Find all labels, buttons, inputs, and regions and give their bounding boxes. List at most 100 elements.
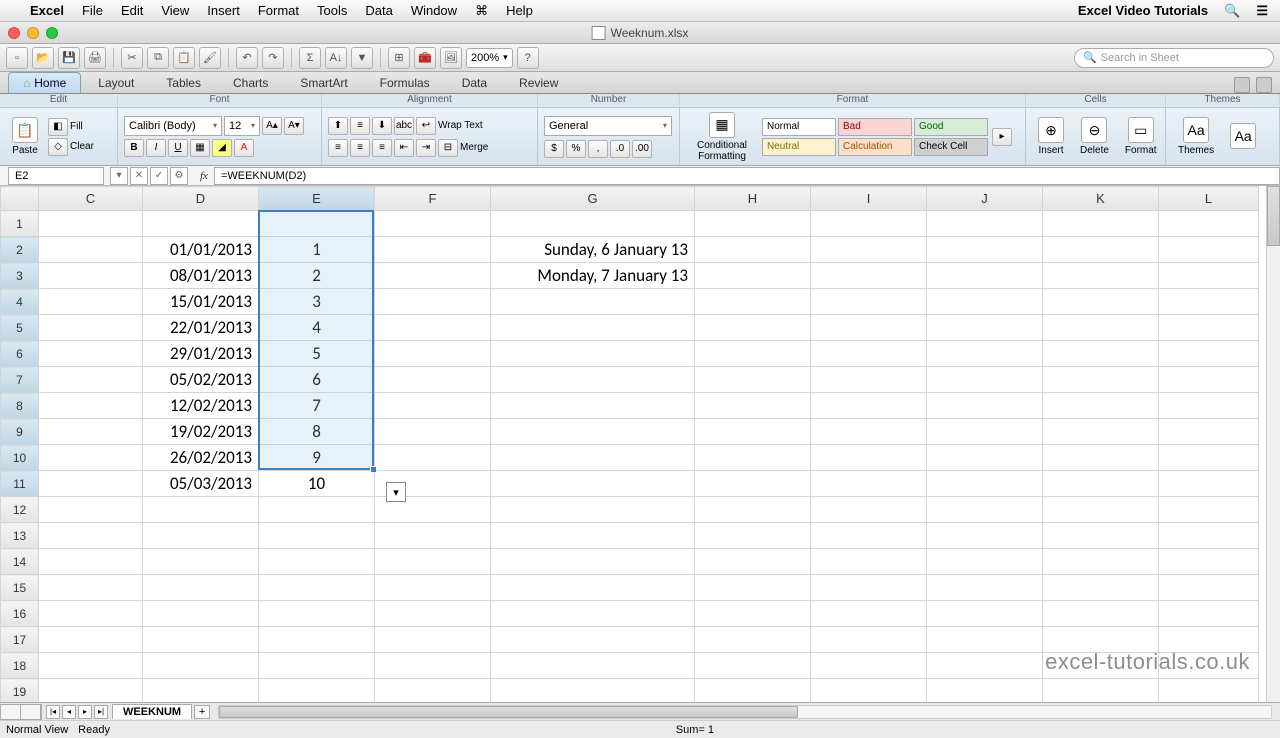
menu-window[interactable]: Window: [411, 3, 457, 18]
clear-button[interactable]: ◇Clear: [48, 138, 94, 156]
cell-J4[interactable]: [927, 289, 1043, 315]
col-header-E[interactable]: E: [259, 187, 375, 211]
number-format-combo[interactable]: General▾: [544, 116, 672, 136]
theme-fonts-button[interactable]: Aa: [1224, 121, 1262, 153]
cell-I14[interactable]: [811, 549, 927, 575]
cell-J12[interactable]: [927, 497, 1043, 523]
grow-font-icon[interactable]: A▴: [262, 117, 282, 135]
conditional-formatting-button[interactable]: ▦Conditional Formatting: [686, 110, 758, 164]
col-header-F[interactable]: F: [375, 187, 491, 211]
cell-G3[interactable]: Monday, 7 January 13: [491, 263, 695, 289]
tab-layout[interactable]: Layout: [83, 72, 149, 93]
cell-E6[interactable]: 5: [259, 341, 375, 367]
script-icon[interactable]: ⌘: [475, 3, 488, 19]
style-neutral[interactable]: Neutral: [762, 138, 836, 156]
menu-format[interactable]: Format: [258, 3, 299, 18]
filter-icon[interactable]: ▼: [351, 47, 373, 69]
cell-D12[interactable]: [143, 497, 259, 523]
cell-G5[interactable]: [491, 315, 695, 341]
row-header-3[interactable]: 3: [1, 263, 39, 289]
cell-E18[interactable]: [259, 653, 375, 679]
cell-K4[interactable]: [1043, 289, 1159, 315]
align-left-icon[interactable]: ≡: [328, 139, 348, 157]
cell-C12[interactable]: [39, 497, 143, 523]
cell-J9[interactable]: [927, 419, 1043, 445]
cell-I2[interactable]: [811, 237, 927, 263]
cell-I10[interactable]: [811, 445, 927, 471]
row-header-13[interactable]: 13: [1, 523, 39, 549]
cell-G4[interactable]: [491, 289, 695, 315]
cell-G14[interactable]: [491, 549, 695, 575]
cell-D11[interactable]: 05/03/2013: [143, 471, 259, 497]
tab-smartart[interactable]: SmartArt: [285, 72, 362, 93]
cell-C9[interactable]: [39, 419, 143, 445]
cell-G17[interactable]: [491, 627, 695, 653]
cell-H14[interactable]: [695, 549, 811, 575]
cell-G13[interactable]: [491, 523, 695, 549]
col-header-I[interactable]: I: [811, 187, 927, 211]
row-header-17[interactable]: 17: [1, 627, 39, 653]
cell-L9[interactable]: [1159, 419, 1259, 445]
cell-C5[interactable]: [39, 315, 143, 341]
cell-D10[interactable]: 26/02/2013: [143, 445, 259, 471]
col-header-C[interactable]: C: [39, 187, 143, 211]
media-icon[interactable]: 🖼: [440, 47, 462, 69]
cell-L12[interactable]: [1159, 497, 1259, 523]
vertical-scrollbar[interactable]: [1266, 186, 1280, 702]
cell-K8[interactable]: [1043, 393, 1159, 419]
cell-G1[interactable]: [491, 211, 695, 237]
dec-dec-icon[interactable]: .00: [632, 140, 652, 158]
minimize-button[interactable]: [27, 27, 39, 39]
cell-I16[interactable]: [811, 601, 927, 627]
cell-G15[interactable]: [491, 575, 695, 601]
cell-C18[interactable]: [39, 653, 143, 679]
search-input[interactable]: 🔍Search in Sheet: [1074, 48, 1274, 68]
wrap-text-icon[interactable]: ↩: [416, 117, 436, 135]
cell-L19[interactable]: [1159, 679, 1259, 703]
cell-F3[interactable]: [375, 263, 491, 289]
font-name-combo[interactable]: Calibri (Body)▾: [124, 116, 222, 136]
cell-H3[interactable]: [695, 263, 811, 289]
cell-F4[interactable]: [375, 289, 491, 315]
percent-icon[interactable]: %: [566, 140, 586, 158]
cell-E19[interactable]: [259, 679, 375, 703]
cell-H9[interactable]: [695, 419, 811, 445]
cell-D6[interactable]: 29/01/2013: [143, 341, 259, 367]
col-header-H[interactable]: H: [695, 187, 811, 211]
styles-more-icon[interactable]: ▸: [992, 128, 1012, 146]
cell-G6[interactable]: [491, 341, 695, 367]
page-layout-view-icon[interactable]: [21, 705, 41, 719]
fn-dropdown-icon[interactable]: ▾: [110, 167, 128, 185]
orientation-icon[interactable]: abc: [394, 117, 414, 135]
cancel-formula-icon[interactable]: ✕: [130, 167, 148, 185]
print-icon[interactable]: 🖨: [84, 47, 106, 69]
cell-L15[interactable]: [1159, 575, 1259, 601]
cell-J14[interactable]: [927, 549, 1043, 575]
app-name[interactable]: Excel: [30, 3, 64, 18]
cell-L13[interactable]: [1159, 523, 1259, 549]
cell-H16[interactable]: [695, 601, 811, 627]
cell-I7[interactable]: [811, 367, 927, 393]
cell-J18[interactable]: [927, 653, 1043, 679]
fn-builder-icon[interactable]: ⚙: [170, 167, 188, 185]
cell-C15[interactable]: [39, 575, 143, 601]
col-header-D[interactable]: D: [143, 187, 259, 211]
cell-F7[interactable]: [375, 367, 491, 393]
autofill-options-icon[interactable]: ▾: [386, 482, 406, 502]
underline-icon[interactable]: U: [168, 139, 188, 157]
normal-view-icon[interactable]: [1, 705, 21, 719]
row-header-5[interactable]: 5: [1, 315, 39, 341]
merge-icon[interactable]: ⊟: [438, 139, 458, 157]
cell-J5[interactable]: [927, 315, 1043, 341]
cell-E11[interactable]: 10: [259, 471, 375, 497]
cell-K19[interactable]: [1043, 679, 1159, 703]
row-header-18[interactable]: 18: [1, 653, 39, 679]
paste-button[interactable]: 📋Paste: [6, 115, 44, 158]
menu-help[interactable]: Help: [506, 3, 533, 18]
cell-L4[interactable]: [1159, 289, 1259, 315]
cell-E12[interactable]: [259, 497, 375, 523]
zoom-button[interactable]: [46, 27, 58, 39]
cell-K9[interactable]: [1043, 419, 1159, 445]
row-header-10[interactable]: 10: [1, 445, 39, 471]
cell-J16[interactable]: [927, 601, 1043, 627]
